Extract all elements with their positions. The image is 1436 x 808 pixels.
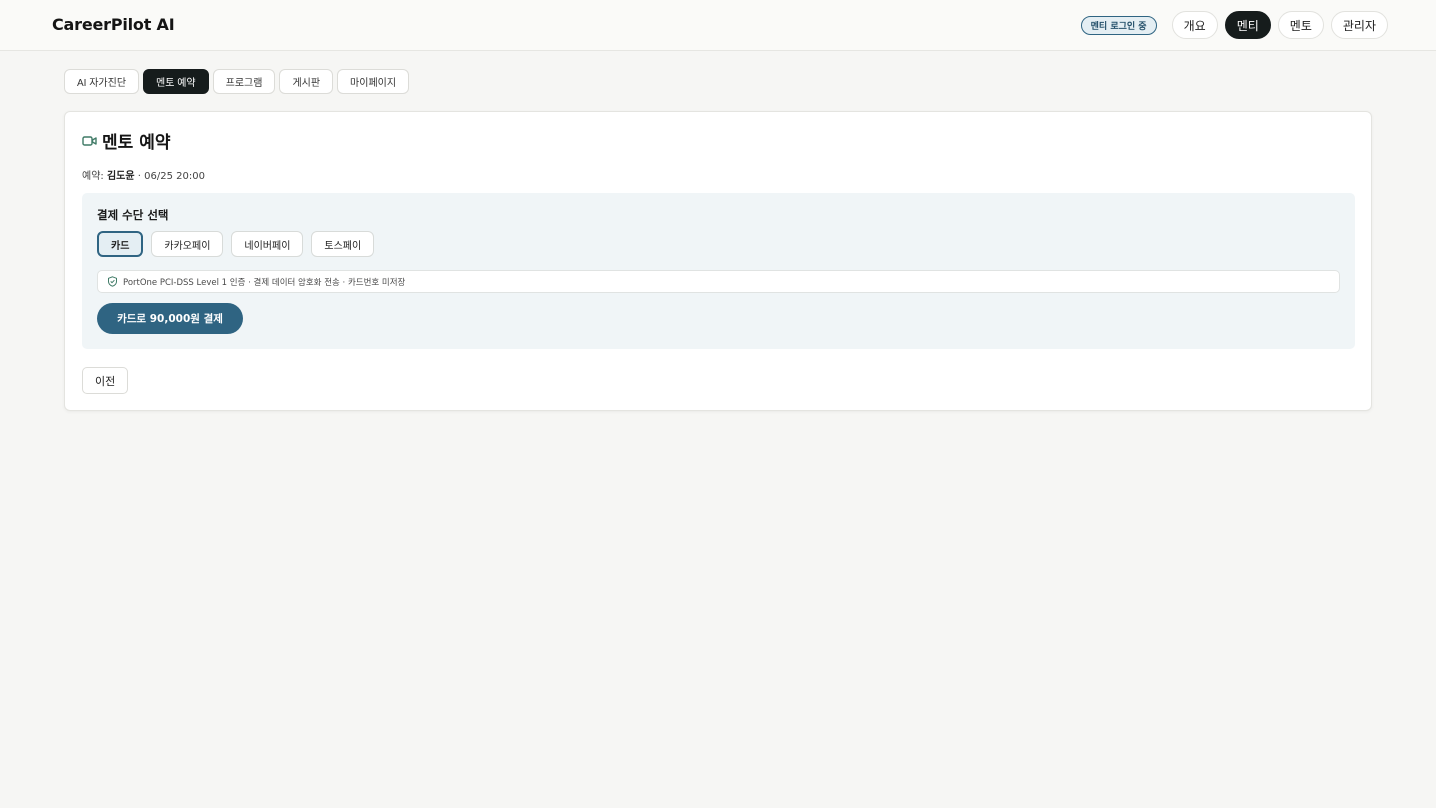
- method-kakaopay-button[interactable]: 카카오페이: [151, 231, 224, 257]
- security-note: PortOne PCI-DSS Level 1 인증 · 결제 데이터 암호화 …: [97, 270, 1340, 293]
- nav-mentor-button[interactable]: 멘토: [1277, 11, 1324, 39]
- tab-program[interactable]: 프로그램: [212, 69, 276, 94]
- video-camera-icon: [82, 133, 98, 149]
- brand-logo[interactable]: CareerPilot AI: [52, 15, 175, 34]
- booking-card: 멘토 예약 예약: 김도윤 · 06/25 20:00 결제 수단 선택 카드 …: [64, 111, 1372, 411]
- booking-info: 예약: 김도윤 · 06/25 20:00: [82, 167, 205, 182]
- mentor-name: 김도윤: [106, 171, 135, 182]
- method-naverpay-button[interactable]: 네이버페이: [231, 231, 304, 257]
- top-bar: CareerPilot AI 멘티 로그인 중 개요 멘티 멘토 관리자: [0, 0, 1436, 51]
- shield-check-icon: [107, 276, 118, 287]
- booking-time: · 06/25 20:00: [137, 171, 205, 182]
- tab-mentor-booking[interactable]: 멘토 예약: [143, 69, 209, 94]
- method-tosspay-button[interactable]: 토스페이: [311, 231, 375, 257]
- section-tabs: AI 자가진단 멘토 예약 프로그램 게시판 마이페이지: [64, 69, 413, 94]
- page-title: 멘토 예약: [102, 133, 171, 153]
- previous-button[interactable]: 이전: [82, 367, 129, 394]
- booking-prefix: 예약:: [82, 171, 104, 182]
- method-card-button[interactable]: 카드: [97, 231, 144, 257]
- nav-admin-button[interactable]: 관리자: [1330, 11, 1388, 39]
- card-title-row: 멘토 예약: [82, 128, 170, 153]
- payment-heading: 결제 수단 선택: [97, 208, 169, 222]
- role-nav: 멘티 로그인 중 개요 멘티 멘토 관리자: [1080, 11, 1388, 39]
- login-status-badge: 멘티 로그인 중: [1080, 15, 1157, 35]
- pay-button[interactable]: 카드로 90,000원 결제: [97, 303, 243, 334]
- security-note-text: PortOne PCI-DSS Level 1 인증 · 결제 데이터 암호화 …: [123, 277, 406, 288]
- payment-method-group: 카드 카카오페이 네이버페이 토스페이: [97, 231, 382, 257]
- payment-panel: 결제 수단 선택 카드 카카오페이 네이버페이 토스페이 PortOne PCI…: [82, 193, 1355, 349]
- nav-overview-button[interactable]: 개요: [1171, 11, 1218, 39]
- tab-board[interactable]: 게시판: [279, 69, 334, 94]
- tab-my-page[interactable]: 마이페이지: [337, 69, 410, 94]
- nav-mentee-button[interactable]: 멘티: [1224, 11, 1271, 39]
- tab-ai-self-diagnosis[interactable]: AI 자가진단: [64, 69, 140, 94]
